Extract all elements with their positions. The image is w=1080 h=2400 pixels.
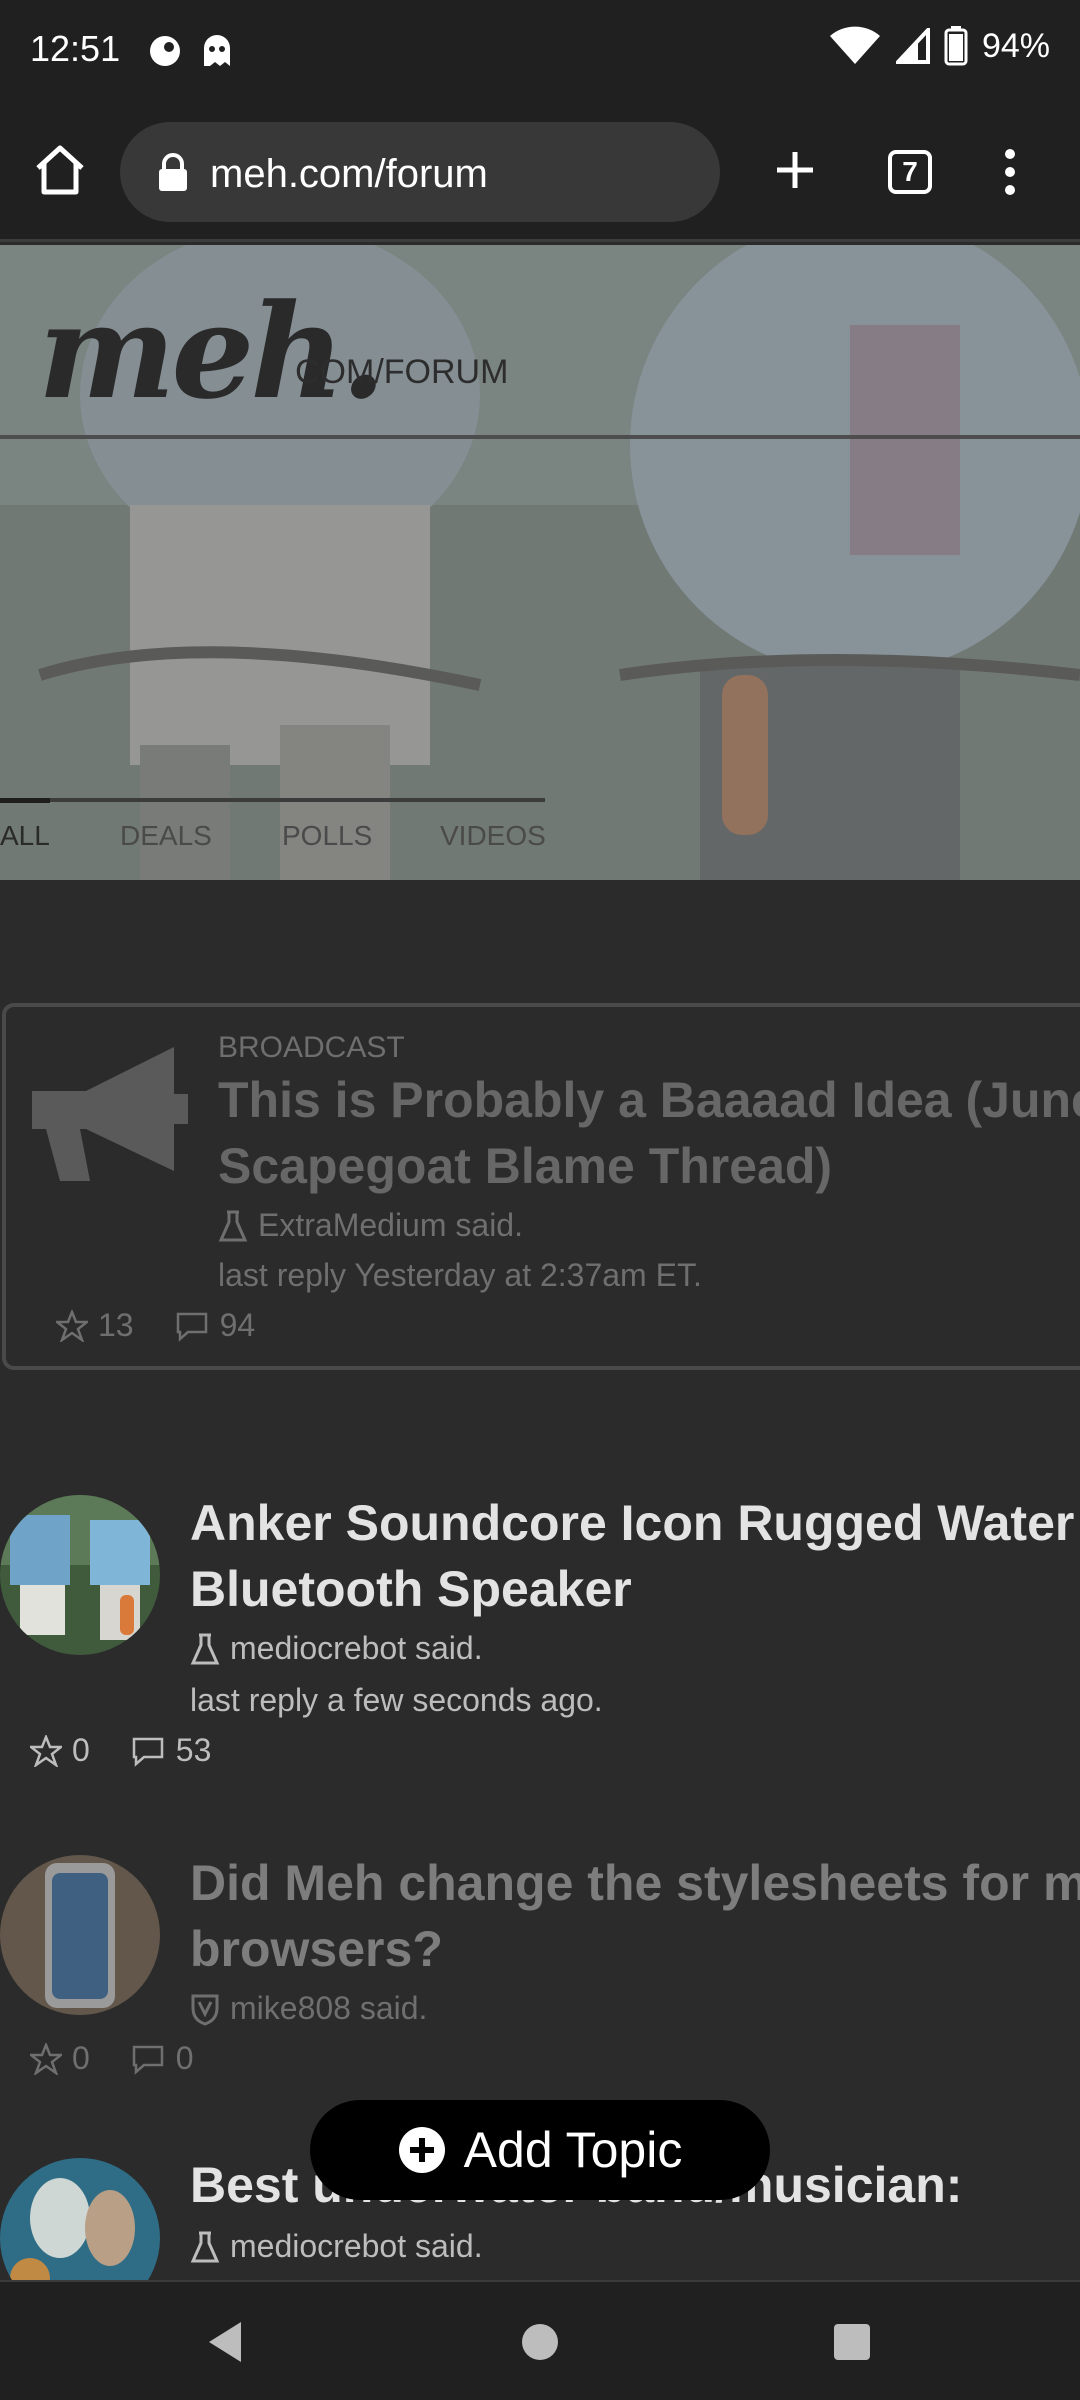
new-tab-button[interactable]	[770, 140, 820, 200]
lock-icon	[159, 153, 187, 191]
star-count: 13	[98, 1307, 134, 1343]
site-logo-subtitle: COM/FORUM	[295, 353, 509, 391]
author-text[interactable]: mediocrebot said.	[230, 1630, 483, 1667]
home-button[interactable]	[30, 140, 90, 200]
star-count: 0	[72, 1732, 90, 1768]
broadcast-topic-card[interactable]: BROADCAST This is Probably a Baaaad Idea…	[2, 1003, 1080, 1370]
comment-icon[interactable]	[174, 1310, 210, 1342]
topic-stats: 13 94	[56, 1307, 255, 1344]
topic-category-label: BROADCAST	[218, 1031, 405, 1064]
topic-stats: 0 0	[30, 2040, 194, 2077]
comment-count: 0	[175, 2040, 194, 2076]
megaphone-icon	[32, 1047, 188, 1181]
star-icon[interactable]	[30, 1734, 62, 1767]
battery-percent: 94%	[981, 26, 1050, 65]
recents-icon[interactable]	[832, 2322, 872, 2362]
add-topic-button[interactable]: Add Topic	[310, 2100, 770, 2200]
topic-title-cont[interactable]: Scapegoat Blame Thread)	[218, 1133, 832, 1199]
last-reply[interactable]: last reply a few seconds ago.	[190, 1682, 603, 1719]
app-notification-icon	[150, 36, 180, 66]
back-icon[interactable]	[205, 2320, 245, 2364]
beaker-icon	[190, 1633, 220, 1664]
shield-icon	[191, 1994, 219, 2026]
topic-author: ExtraMedium said.	[218, 1207, 523, 1244]
tab-all[interactable]: ALL	[0, 820, 50, 852]
overflow-menu-icon[interactable]	[990, 142, 1030, 202]
signal-icon	[895, 28, 930, 64]
last-reply[interactable]: last reply Yesterday at 2:37am ET.	[218, 1257, 702, 1294]
address-bar[interactable]: meh.com/forum	[120, 122, 720, 222]
tab-videos[interactable]: VIDEOS	[440, 820, 546, 852]
battery-icon	[944, 26, 968, 66]
topic-author: mike808 said.	[190, 1990, 427, 2027]
add-topic-label: Add Topic	[463, 2122, 683, 2178]
site-logo[interactable]: meh.	[38, 275, 386, 428]
topic-stats: 0 53	[30, 1732, 211, 1769]
tab-track	[0, 798, 545, 802]
plus-circle-icon	[398, 2127, 445, 2173]
author-text[interactable]: mediocrebot said.	[230, 2228, 483, 2265]
status-indicators: 94%	[828, 26, 1050, 66]
topic-title-cont[interactable]: browsers?	[190, 1916, 443, 1982]
status-time: 12:51	[30, 28, 121, 69]
home-circle-icon[interactable]	[520, 2322, 560, 2362]
author-text[interactable]: ExtraMedium said.	[258, 1207, 523, 1244]
topic-avatar[interactable]	[0, 1495, 160, 1655]
topic-title[interactable]: Did Meh change the stylesheets for m	[190, 1850, 1080, 1916]
beaker-icon	[218, 1210, 248, 1241]
topic-title-cont[interactable]: Bluetooth Speaker	[190, 1556, 632, 1622]
wifi-icon	[829, 26, 880, 64]
system-navigation-bar	[0, 2280, 1080, 2400]
comment-icon[interactable]	[130, 2043, 166, 2075]
comment-icon[interactable]	[130, 1735, 166, 1767]
tab-deals[interactable]: DEALS	[120, 820, 212, 852]
star-count: 0	[72, 2040, 90, 2076]
active-tab-indicator	[0, 798, 50, 803]
ghost-notification-icon	[204, 35, 230, 66]
header-divider	[0, 435, 1080, 439]
comment-count: 53	[175, 1732, 212, 1768]
tab-polls[interactable]: POLLS	[282, 820, 372, 852]
author-text[interactable]: mike808 said.	[230, 1990, 427, 2027]
star-icon[interactable]	[30, 2042, 62, 2075]
url-text: meh.com/forum	[210, 152, 488, 196]
beaker-icon	[190, 2231, 220, 2262]
browser-toolbar: meh.com/forum 7	[0, 100, 1080, 242]
comment-count: 94	[219, 1307, 256, 1343]
topic-avatar[interactable]	[0, 1855, 160, 2015]
topic-author: mediocrebot said.	[190, 2228, 483, 2265]
topic-author: mediocrebot said.	[190, 1630, 483, 1667]
tab-switcher-button[interactable]: 7	[888, 150, 932, 194]
star-icon[interactable]	[56, 1309, 88, 1342]
forum-header: meh. COM/FORUM ALL DEALS POLLS VIDEOS	[0, 245, 1080, 880]
topic-title[interactable]: Anker Soundcore Icon Rugged Water	[190, 1490, 1074, 1556]
topic-title[interactable]: This is Probably a Baaaad Idea (June	[218, 1067, 1080, 1133]
status-bar: 12:51 94%	[0, 0, 1080, 100]
